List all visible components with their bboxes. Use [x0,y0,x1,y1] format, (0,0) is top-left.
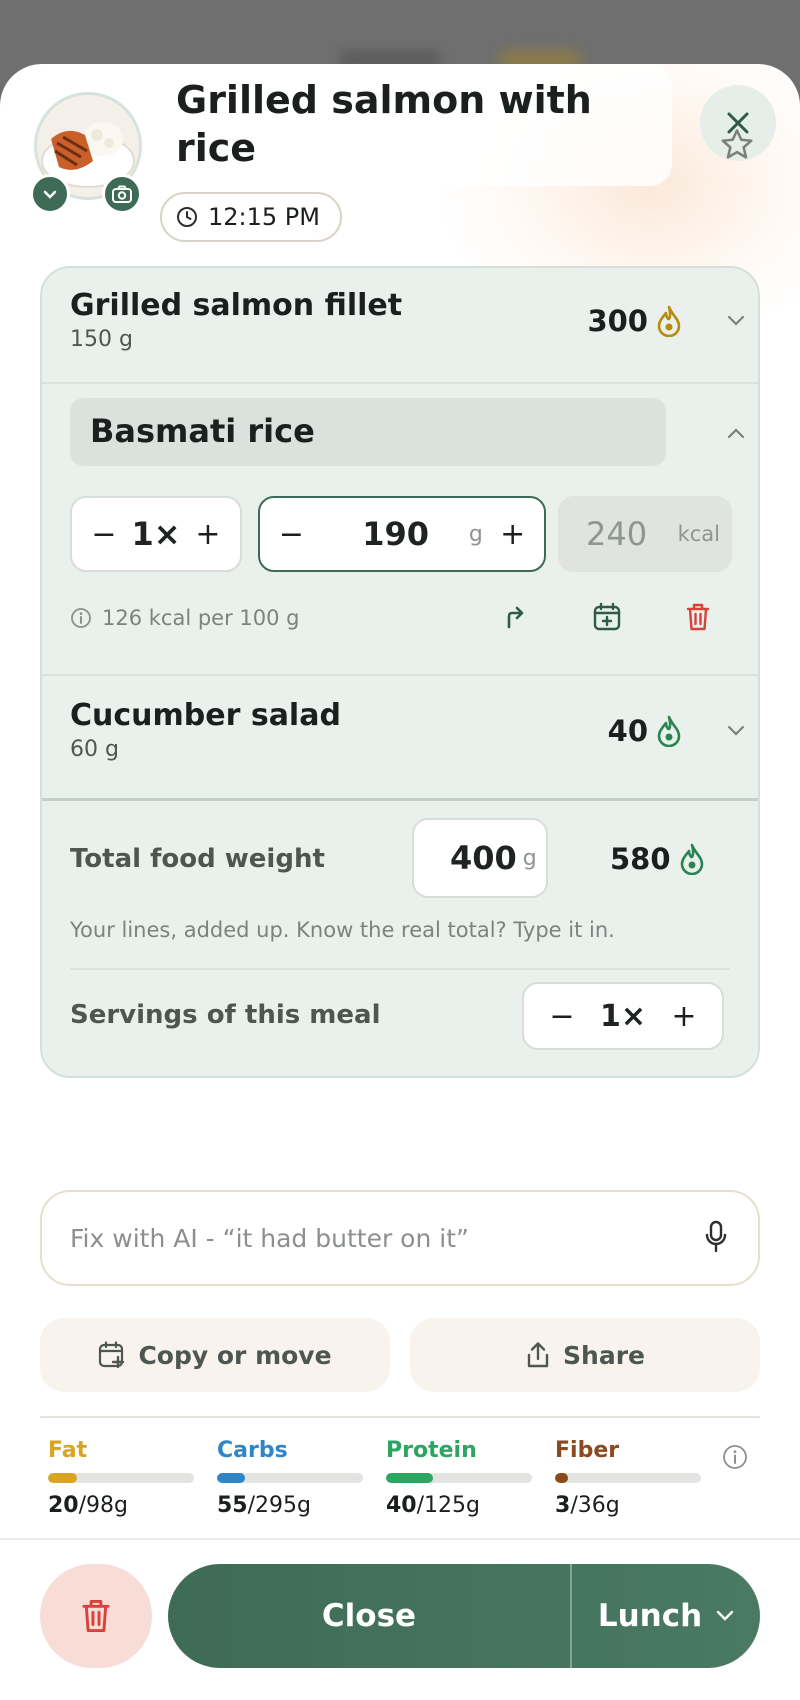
meal-title: Grilled salmon with rice [176,78,592,170]
meal-title-field[interactable]: Grilled salmon with rice [160,64,672,186]
redirect-arrow-icon[interactable] [502,604,528,630]
chevron-down-icon [43,190,57,199]
macro-carbs: Carbs 55/295g [217,1438,367,1518]
macro-progress-fill [386,1473,433,1483]
food-item-name-field[interactable]: Basmati rice [70,398,666,466]
multiplier-stepper: − 1× + [70,496,242,572]
food-item-weight: 60 g [70,737,119,762]
calendar-add-icon[interactable] [592,602,622,632]
servings-stepper: − 1× + [522,982,724,1050]
trash-icon [82,1599,110,1633]
fix-with-ai-placeholder: Fix with AI - “it had butter on it” [70,1223,469,1253]
share-button[interactable]: Share [410,1318,760,1392]
macro-goal: /125g [416,1493,480,1518]
food-item-kcal: 40 [607,714,648,748]
food-item-row[interactable]: Cucumber salad 60 g 40 [42,676,758,792]
macro-fat: Fat 20/98g [48,1438,198,1518]
meal-time-button[interactable]: 12:15 PM [160,192,342,242]
total-weight-label: Total food weight [70,844,325,874]
total-kcal: 580 [610,842,671,876]
meal-time: 12:15 PM [208,203,320,231]
food-item-name: Cucumber salad [70,698,341,733]
macro-value: 55 [217,1493,248,1518]
macro-goal: /98g [78,1493,128,1518]
totals-section: Total food weight 400 g 580 Your lines, … [42,798,758,1076]
flame-icon [680,843,703,875]
increment-button[interactable]: + [493,517,532,552]
macro-value: 40 [386,1493,417,1518]
macro-value: 20 [48,1493,79,1518]
macro-name: Carbs [217,1438,288,1463]
macro-progress-fill [217,1473,245,1483]
macro-goal: /295g [247,1493,311,1518]
kcal-value: 240 [586,515,648,553]
meal-type-dropdown[interactable]: Lunch [572,1598,760,1634]
info-icon [71,608,91,628]
expand-photo-button[interactable] [30,174,70,214]
delete-meal-button[interactable] [40,1564,152,1668]
camera-button[interactable] [102,174,142,214]
macro-name: Fiber [555,1438,620,1463]
macro-progress-fill [48,1473,78,1483]
share-label: Share [563,1340,645,1370]
calendar-add-icon [99,1341,125,1369]
microphone-icon[interactable] [704,1220,728,1254]
grams-input[interactable]: 190 [333,515,459,553]
per-100g-note: 126 kcal per 100 g [102,606,300,630]
chevron-down-icon[interactable] [726,724,746,738]
favorite-button[interactable] [718,126,756,168]
fix-with-ai-input[interactable]: Fix with AI - “it had butter on it” [40,1190,760,1286]
close-bar: Close Lunch [168,1564,760,1668]
total-weight-input[interactable]: 400 g [412,818,548,898]
macro-protein: Protein 40/125g [386,1438,536,1518]
total-weight-value: 400 [450,839,517,877]
share-icon [527,1342,549,1368]
decrement-button[interactable]: − [542,999,582,1034]
food-item-weight: 150 g [70,327,133,352]
copy-or-move-button[interactable]: Copy or move [40,1318,390,1392]
multiplier-value: 1× [131,515,181,553]
food-item-name: Basmati rice [90,412,315,450]
food-item-row[interactable]: Grilled salmon fillet 150 g 300 [42,268,758,382]
macro-name: Fat [48,1438,88,1463]
info-icon[interactable] [722,1444,748,1470]
chevron-down-icon [716,1610,734,1621]
chevron-down-icon[interactable] [726,314,746,328]
servings-value: 1× [599,998,646,1034]
decrement-button[interactable]: − [84,517,124,552]
food-items-card: Grilled salmon fillet 150 g 300 Basmati … [40,266,760,1078]
increment-button[interactable]: + [188,517,228,552]
camera-icon [112,185,132,203]
clock-icon [177,207,197,227]
macro-fiber: Fiber 3/36g [555,1438,705,1518]
grams-stepper: − 190 g + [258,496,546,572]
meal-type-label: Lunch [597,1598,703,1634]
flame-icon [657,715,681,747]
decrement-button[interactable]: − [272,517,311,552]
macro-goal: /36g [570,1493,620,1518]
food-item-kcal: 300 [587,304,648,338]
macro-name: Protein [386,1438,477,1463]
macro-progress-fill [555,1473,569,1483]
increment-button[interactable]: + [664,999,704,1034]
kcal-unit: kcal [677,522,720,546]
total-weight-unit: g [522,845,537,871]
flame-icon [657,305,681,337]
food-item-name: Grilled salmon fillet [70,288,403,323]
star-icon [721,129,753,159]
kcal-field[interactable]: 240 kcal [558,496,732,572]
totals-hint: Your lines, added up. Know the real tota… [70,918,615,942]
chevron-up-icon[interactable] [726,426,746,440]
close-button[interactable]: Close [168,1598,570,1634]
trash-icon[interactable] [684,602,712,632]
grams-unit: g [468,521,483,547]
macro-value: 3 [555,1493,571,1518]
servings-label: Servings of this meal [70,1000,381,1030]
copy-or-move-label: Copy or move [138,1340,332,1370]
